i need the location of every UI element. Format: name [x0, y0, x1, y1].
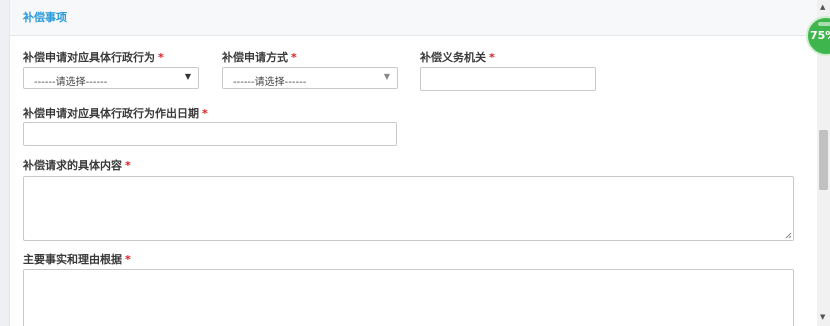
compensation-panel: 补偿事项 补偿申请对应具体行政行为 * ------请选择------ ▼ 补偿申…	[9, 0, 818, 326]
behavior-label: 补偿申请对应具体行政行为 *	[23, 49, 164, 65]
chevron-down-icon: ▼	[184, 72, 191, 81]
required-mark: *	[125, 159, 131, 172]
method-select[interactable]: ------请选择------ ▼	[222, 67, 398, 89]
behavior-select-value: ------请选择------	[34, 77, 108, 88]
authority-label-text: 补偿义务机关	[420, 51, 486, 64]
required-mark: *	[489, 51, 495, 64]
badge-highlight	[818, 22, 830, 26]
facts-label-text: 主要事实和理由根据	[23, 253, 122, 266]
badge-percentage: 75%	[810, 29, 830, 42]
content-label: 补偿请求的具体内容 *	[23, 157, 131, 173]
panel-header: 补偿事项	[10, 0, 817, 36]
date-input[interactable]	[23, 122, 397, 146]
scroll-down-arrow-icon[interactable]: ▼	[820, 313, 825, 321]
required-mark: *	[125, 253, 131, 266]
method-label: 补偿申请方式 *	[222, 49, 297, 65]
scroll-thumb[interactable]	[819, 130, 828, 190]
facts-label: 主要事实和理由根据 *	[23, 251, 131, 267]
authority-input[interactable]	[420, 67, 596, 91]
resize-grip-icon[interactable]	[785, 232, 792, 239]
panel-title: 补偿事项	[23, 11, 67, 24]
content-textarea[interactable]	[23, 176, 794, 241]
date-label-text: 补偿申请对应具体行政行为作出日期	[23, 107, 199, 120]
content-label-text: 补偿请求的具体内容	[23, 159, 122, 172]
method-label-text: 补偿申请方式	[222, 51, 288, 64]
required-mark: *	[202, 107, 208, 120]
scroll-up-arrow-icon[interactable]: ▲	[820, 3, 825, 11]
facts-textarea[interactable]	[23, 269, 794, 326]
behavior-select[interactable]: ------请选择------ ▼	[23, 67, 199, 89]
method-select-value: ------请选择------	[233, 77, 307, 88]
required-mark: *	[158, 51, 164, 64]
authority-label: 补偿义务机关 *	[420, 49, 495, 65]
date-label: 补偿申请对应具体行政行为作出日期 *	[23, 105, 208, 121]
behavior-label-text: 补偿申请对应具体行政行为	[23, 51, 155, 64]
chevron-down-icon: ▼	[383, 72, 390, 81]
required-mark: *	[291, 51, 297, 64]
